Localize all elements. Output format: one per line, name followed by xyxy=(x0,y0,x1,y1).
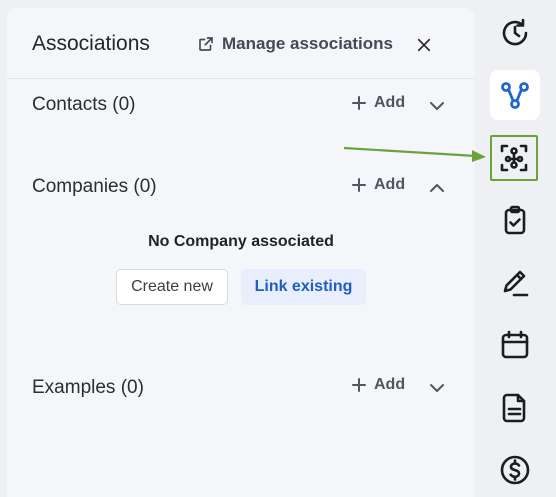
companies-add-label: Add xyxy=(374,176,406,193)
associations-panel: Associations Manage associations Contact… xyxy=(7,8,475,497)
documents-button[interactable] xyxy=(490,383,540,433)
link-existing-button[interactable]: Link existing xyxy=(241,269,366,305)
calendar-button[interactable] xyxy=(490,320,540,370)
plus-icon xyxy=(352,378,366,392)
connections-icon xyxy=(500,144,528,172)
associations-icon xyxy=(501,82,529,109)
companies-empty-message: No Company associated xyxy=(148,233,334,250)
close-icon[interactable] xyxy=(415,36,433,54)
activity-history-button[interactable] xyxy=(490,8,540,58)
tasks-button[interactable] xyxy=(490,195,540,245)
calendar-icon xyxy=(501,330,529,359)
clipboard-check-icon xyxy=(504,205,526,235)
contacts-section-label[interactable]: Contacts (0) xyxy=(32,94,135,116)
plus-icon xyxy=(352,96,366,110)
contacts-add-button[interactable]: Add xyxy=(352,94,405,112)
connections-button[interactable] xyxy=(490,135,538,181)
chevron-down-icon[interactable] xyxy=(429,98,445,114)
companies-add-button[interactable]: Add xyxy=(352,176,405,194)
chevron-up-icon[interactable] xyxy=(429,180,445,196)
contacts-add-label: Add xyxy=(374,94,406,111)
clock-history-icon xyxy=(502,18,528,46)
examples-add-label: Add xyxy=(374,376,406,393)
companies-section-label[interactable]: Companies (0) xyxy=(32,176,157,198)
associations-button[interactable] xyxy=(490,70,540,120)
create-new-button[interactable]: Create new xyxy=(116,269,228,305)
plus-icon xyxy=(352,178,366,192)
notes-button[interactable] xyxy=(490,258,540,308)
pen-signature-icon xyxy=(503,270,529,297)
panel-title: Associations xyxy=(32,32,150,55)
examples-add-button[interactable]: Add xyxy=(352,376,405,394)
document-icon xyxy=(502,393,526,423)
manage-associations-label: Manage associations xyxy=(222,34,394,53)
chevron-down-icon[interactable] xyxy=(429,380,445,396)
panel-header: Associations Manage associations xyxy=(7,8,475,79)
dollar-icon xyxy=(500,455,530,485)
external-link-icon xyxy=(199,37,213,51)
payments-button[interactable] xyxy=(490,445,540,495)
examples-section-label[interactable]: Examples (0) xyxy=(32,377,144,399)
manage-associations-link[interactable]: Manage associations xyxy=(197,34,393,54)
